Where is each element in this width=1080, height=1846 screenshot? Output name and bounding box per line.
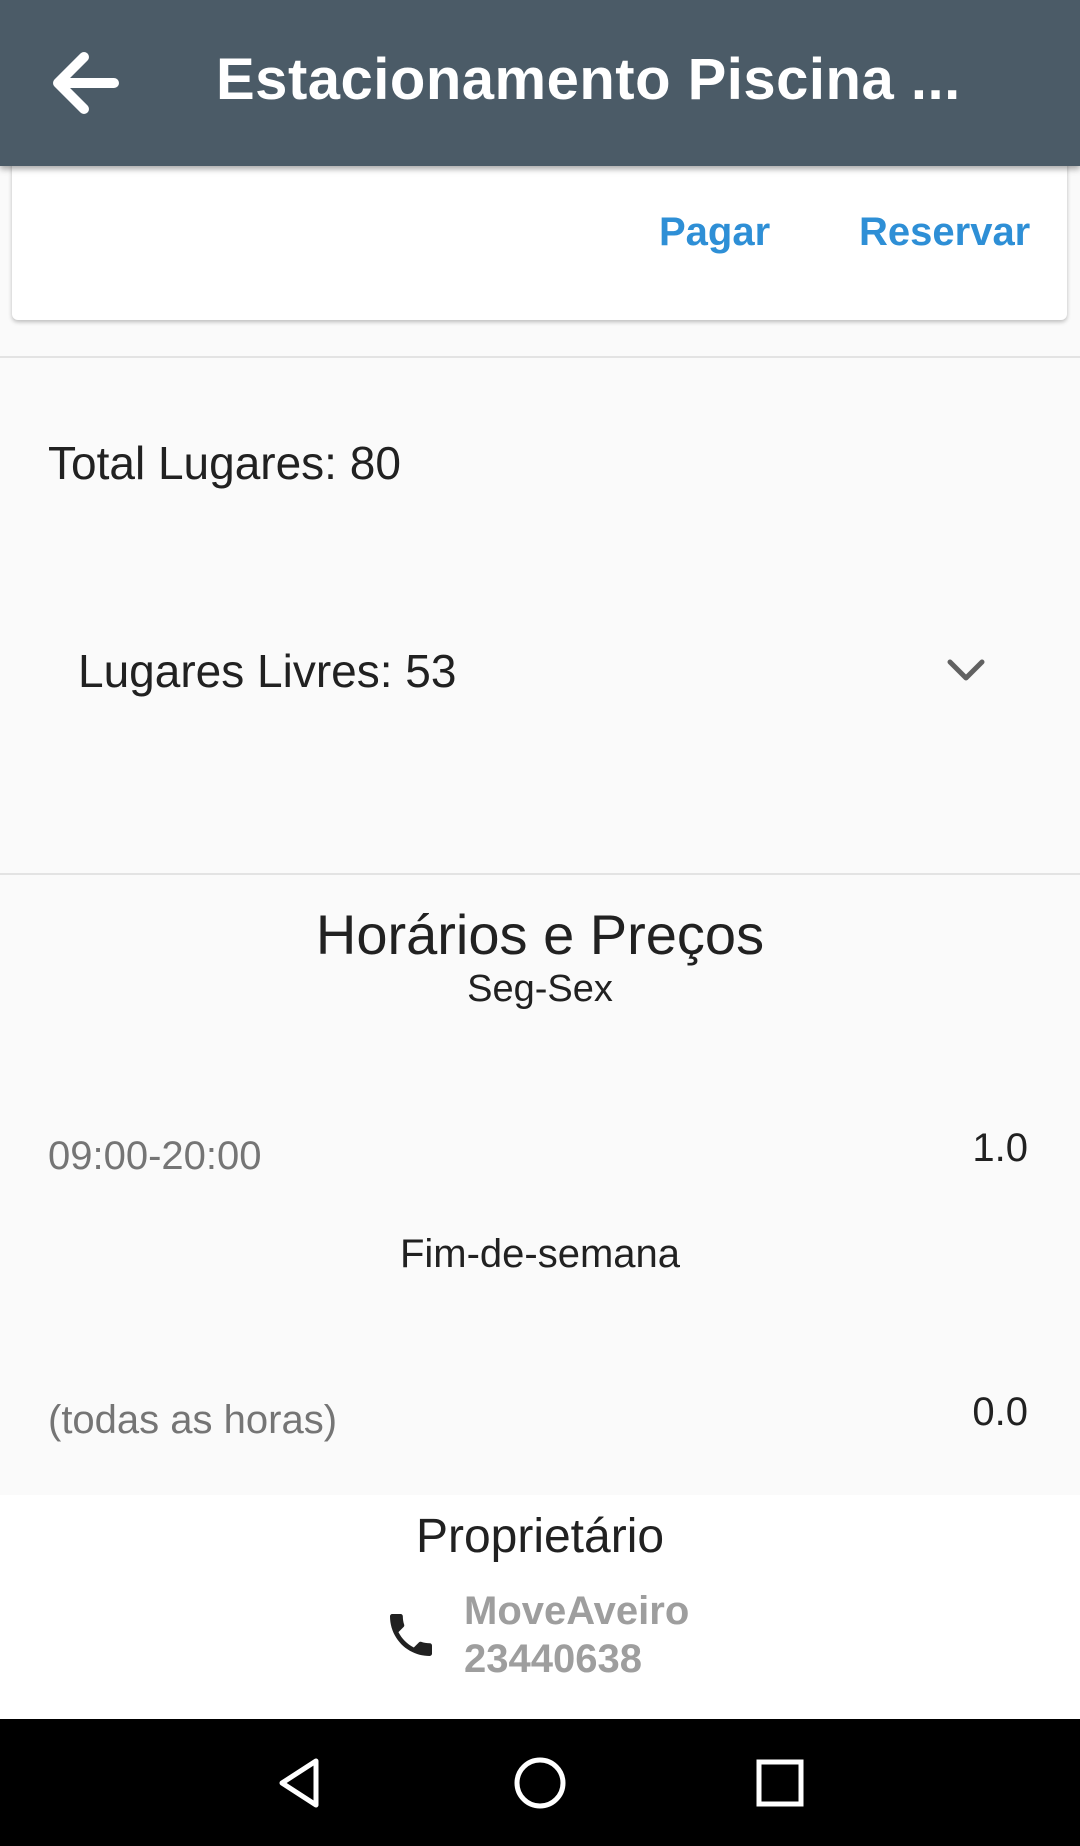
weekday-price: 1.0 — [972, 1126, 1028, 1170]
parking-detail-screen: Estacionamento Piscina ... Pagar Reserva… — [0, 0, 1080, 1846]
owner-panel: Proprietário MoveAveiro 23440638 — [0, 1495, 1080, 1719]
divider — [0, 356, 1080, 358]
free-spaces-label: Lugares Livres: 53 — [78, 645, 457, 697]
weekday-hours: 09:00-20:00 — [48, 1134, 262, 1178]
circle-home-icon — [514, 1757, 566, 1809]
actions-card: Pagar Reservar — [12, 150, 1067, 320]
weekend-hours: (todas as horas) — [48, 1398, 338, 1442]
nav-home-button[interactable] — [504, 1747, 576, 1819]
page-title: Estacionamento Piscina ... — [216, 47, 961, 112]
chevron-down-icon — [947, 659, 985, 681]
triangle-back-icon — [279, 1758, 319, 1808]
free-spaces-expander[interactable]: Lugares Livres: 53 — [0, 620, 1080, 720]
owner-phone[interactable]: 23440638 — [464, 1637, 642, 1682]
nav-recent-button[interactable] — [744, 1747, 816, 1819]
owner-name: MoveAveiro — [464, 1589, 690, 1633]
nav-back-button[interactable] — [264, 1747, 336, 1819]
schedule-title: Horários e Preços — [315, 903, 765, 966]
weekend-label: Fim-de-semana — [399, 1232, 681, 1276]
square-recent-icon — [756, 1759, 804, 1807]
total-spaces-label: Total Lugares: 80 — [48, 437, 401, 489]
pay-button[interactable]: Pagar — [655, 202, 774, 263]
back-button[interactable] — [40, 38, 130, 128]
system-nav-bar — [0, 1719, 1080, 1846]
weekday-label: Seg-Sex — [467, 968, 613, 1010]
weekend-price: 0.0 — [972, 1390, 1028, 1434]
arrow-left-icon — [53, 52, 119, 114]
divider — [0, 873, 1080, 875]
reserve-button[interactable]: Reservar — [855, 202, 1034, 263]
owner-title: Proprietário — [415, 1510, 665, 1563]
app-bar: Estacionamento Piscina ... — [0, 0, 1080, 166]
phone-icon[interactable] — [383, 1607, 439, 1663]
